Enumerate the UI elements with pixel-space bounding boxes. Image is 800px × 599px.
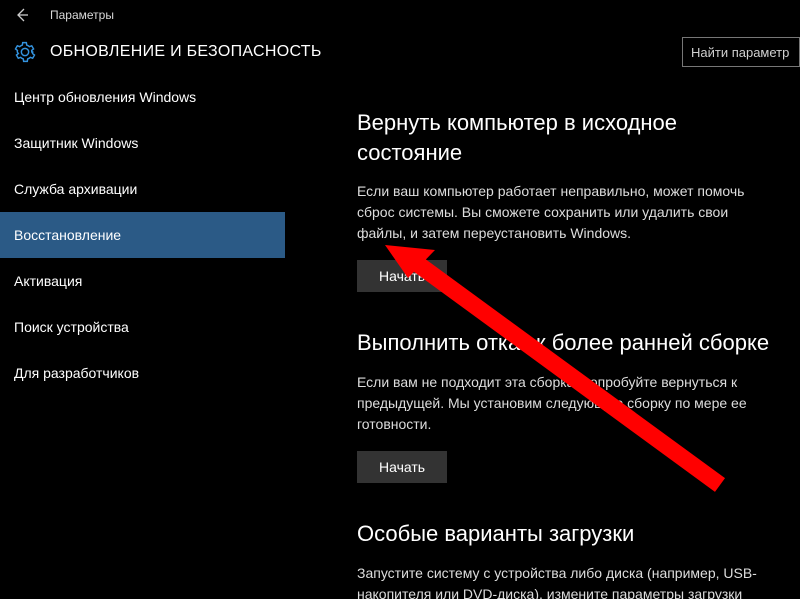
sidebar-item-finddevice[interactable]: Поиск устройства	[0, 304, 285, 350]
gear-icon	[14, 41, 36, 63]
section-advanced-body: Запустите систему с устройства либо диск…	[357, 563, 777, 599]
section-advanced-title: Особые варианты загрузки	[357, 519, 777, 549]
sidebar-item-backup[interactable]: Служба архивации	[0, 166, 285, 212]
section-rollback-title: Выполнить откат к более ранней сборке	[357, 328, 777, 358]
rollback-start-button[interactable]: Начать	[357, 451, 447, 483]
sidebar-item-label: Центр обновления Windows	[14, 89, 196, 105]
main-content: Вернуть компьютер в исходное состояние Е…	[285, 74, 800, 599]
sidebar-item-activation[interactable]: Активация	[0, 258, 285, 304]
section-reset-body: Если ваш компьютер работает неправильно,…	[357, 181, 777, 244]
sidebar-item-recovery[interactable]: Восстановление	[0, 212, 285, 258]
sidebar-item-label: Защитник Windows	[14, 135, 138, 151]
window-title: Параметры	[50, 8, 114, 22]
search-input[interactable]	[683, 38, 799, 66]
section-reset-title: Вернуть компьютер в исходное состояние	[357, 108, 777, 167]
search-box[interactable]	[682, 37, 800, 67]
sidebar-item-label: Служба архивации	[14, 181, 137, 197]
back-icon[interactable]	[14, 7, 30, 23]
sidebar-item-label: Поиск устройства	[14, 319, 129, 335]
reset-start-button[interactable]: Начать	[357, 260, 447, 292]
section-reset: Вернуть компьютер в исходное состояние Е…	[357, 108, 780, 292]
sidebar-item-label: Активация	[14, 273, 82, 289]
page-title: ОБНОВЛЕНИЕ И БЕЗОПАСНОСТЬ	[50, 43, 322, 61]
section-advanced: Особые варианты загрузки Запустите систе…	[357, 519, 780, 599]
titlebar: Параметры	[0, 0, 800, 30]
sidebar: Центр обновления Windows Защитник Window…	[0, 74, 285, 599]
section-rollback-body: Если вам не подходит эта сборка, попробу…	[357, 372, 777, 435]
sidebar-item-developers[interactable]: Для разработчиков	[0, 350, 285, 396]
sidebar-item-label: Восстановление	[14, 227, 121, 243]
sidebar-item-defender[interactable]: Защитник Windows	[0, 120, 285, 166]
section-rollback: Выполнить откат к более ранней сборке Ес…	[357, 328, 780, 483]
sidebar-item-label: Для разработчиков	[14, 365, 139, 381]
sidebar-item-update[interactable]: Центр обновления Windows	[0, 74, 285, 120]
page-header: ОБНОВЛЕНИЕ И БЕЗОПАСНОСТЬ	[0, 30, 800, 74]
